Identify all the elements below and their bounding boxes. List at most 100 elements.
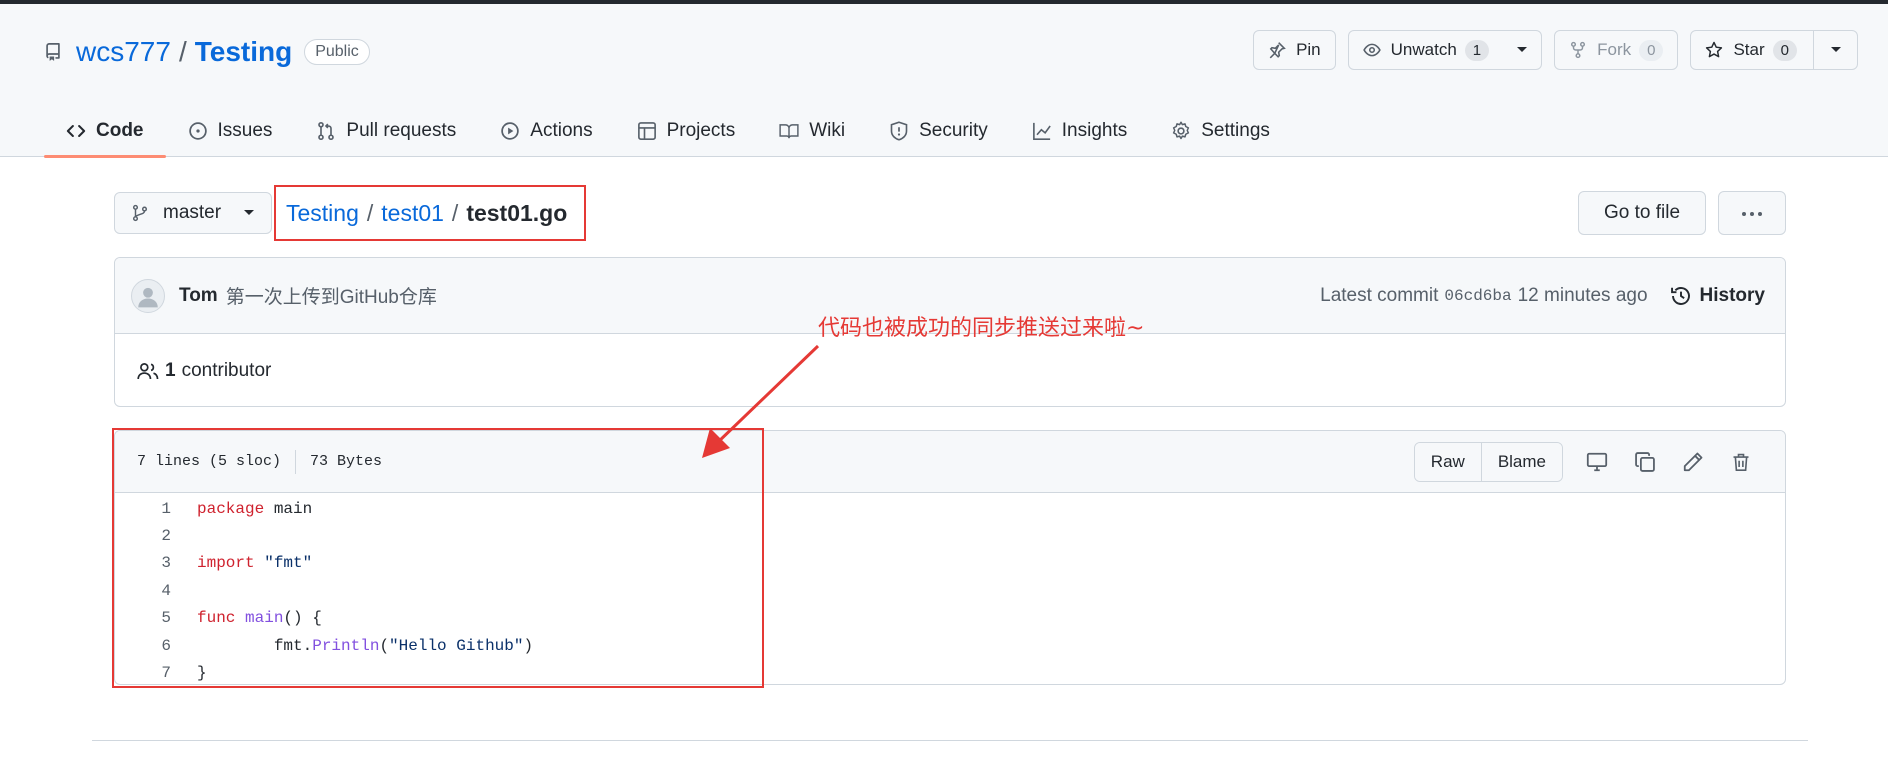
play-icon xyxy=(500,121,520,141)
chevron-down-icon[interactable] xyxy=(1503,31,1541,69)
commit-meta: Latest commit 06cd6ba 12 minutes ago His… xyxy=(1320,285,1765,307)
repo-actions: Pin Unwatch 1 Fork 0 Star 0 xyxy=(1253,30,1858,70)
commit-message-link[interactable]: 第一次上传到GitHub仓库 xyxy=(226,282,437,309)
branch-name: master xyxy=(163,202,222,223)
fork-label: Fork xyxy=(1597,40,1632,59)
tab-issues[interactable]: Issues xyxy=(166,104,295,157)
fork-count: 0 xyxy=(1639,39,1664,61)
line-number[interactable]: 7 xyxy=(115,664,171,682)
tab-label: Pull requests xyxy=(346,119,457,141)
repo-separator: / xyxy=(178,36,187,67)
watch-count: 1 xyxy=(1464,39,1490,61)
tab-label: Insights xyxy=(1061,119,1128,141)
repo-nav-tabs: Code Issues Pull requests Actions Projec… xyxy=(44,104,1292,158)
table-icon xyxy=(637,121,657,141)
repo-owner-link[interactable]: wcs777 xyxy=(76,36,171,68)
unwatch-label: Unwatch xyxy=(1390,40,1457,59)
raw-button[interactable]: Raw xyxy=(1414,443,1481,481)
tab-label: Actions xyxy=(530,119,593,141)
graph-icon xyxy=(1032,121,1052,141)
repo-title-row: wcs777 / Testing Public xyxy=(44,32,370,72)
line-number[interactable]: 2 xyxy=(115,527,171,545)
commit-sha-link[interactable]: 06cd6ba xyxy=(1444,287,1511,305)
gear-icon xyxy=(1171,121,1191,141)
tab-label: Security xyxy=(919,119,988,141)
line-content: fmt.Println("Hello Github") xyxy=(197,636,534,655)
repo-header: wcs777 / Testing Public Pin Unwatch 1 Fo… xyxy=(0,4,1888,158)
pull-request-icon xyxy=(316,121,336,141)
fork-icon xyxy=(1569,41,1587,59)
file-lines-info: 7 lines (5 sloc) xyxy=(137,453,282,470)
pin-button[interactable]: Pin xyxy=(1253,30,1336,70)
more-options-button[interactable] xyxy=(1718,191,1786,235)
star-button[interactable]: Star 0 xyxy=(1690,30,1858,70)
code-line: 1 package main xyxy=(115,495,1785,522)
go-to-file-button[interactable]: Go to file xyxy=(1578,191,1706,235)
git-branch-icon xyxy=(131,203,151,223)
star-list-chevron-icon[interactable] xyxy=(1813,31,1857,69)
book-icon xyxy=(779,121,799,141)
visibility-badge: Public xyxy=(304,39,370,65)
commit-time: 12 minutes ago xyxy=(1517,284,1648,306)
trash-icon[interactable] xyxy=(1717,442,1765,482)
contributor-label: contributor xyxy=(181,360,272,381)
repo-name-link[interactable]: Testing xyxy=(195,36,292,68)
line-number[interactable]: 1 xyxy=(115,500,171,518)
tab-settings[interactable]: Settings xyxy=(1149,104,1292,157)
blame-button[interactable]: Blame xyxy=(1480,443,1562,481)
line-number[interactable]: 6 xyxy=(115,637,171,655)
contributors-row[interactable]: 1 contributor xyxy=(115,334,1785,406)
tab-label: Projects xyxy=(666,119,736,141)
tab-code[interactable]: Code xyxy=(44,104,166,158)
star-count: 0 xyxy=(1772,39,1797,61)
unwatch-button[interactable]: Unwatch 1 xyxy=(1347,30,1543,70)
desktop-icon[interactable] xyxy=(1573,442,1621,482)
breadcrumb-separator: / xyxy=(366,199,374,226)
eye-icon xyxy=(1362,41,1381,59)
branch-select-button[interactable]: master xyxy=(114,192,272,234)
tab-label: Settings xyxy=(1201,119,1270,141)
latest-commit-label: Latest commit xyxy=(1320,284,1439,306)
commit-author-link[interactable]: Tom xyxy=(179,285,218,307)
code-block: 1 package main 2 3 import "fmt" 4 5 func main()… xyxy=(115,493,1785,684)
breadcrumb-folder-link[interactable]: test01 xyxy=(381,200,444,227)
tab-actions[interactable]: Actions xyxy=(478,104,614,157)
tab-pull-requests[interactable]: Pull requests xyxy=(294,104,478,157)
raw-blame-group: Raw Blame xyxy=(1413,442,1563,482)
avatar[interactable] xyxy=(131,278,165,313)
pin-label: Pin xyxy=(1296,40,1321,59)
fork-button[interactable]: Fork 0 xyxy=(1554,30,1679,70)
line-content: import "fmt" xyxy=(197,554,313,573)
line-content: func main() { xyxy=(197,609,322,628)
code-line: 3 import "fmt" xyxy=(115,550,1785,577)
star-icon xyxy=(1705,41,1723,59)
annotation-arrow xyxy=(702,344,820,458)
breadcrumb-repo-link[interactable]: Testing xyxy=(286,200,359,227)
line-number[interactable]: 3 xyxy=(115,554,171,572)
tab-insights[interactable]: Insights xyxy=(1010,104,1149,157)
people-icon xyxy=(137,360,159,382)
line-number[interactable]: 5 xyxy=(115,609,171,627)
tab-label: Issues xyxy=(217,119,273,141)
file-header: 7 lines (5 sloc) 73 Bytes Raw Blame xyxy=(115,431,1785,493)
footer-divider xyxy=(92,740,1808,741)
pencil-icon[interactable] xyxy=(1669,442,1717,482)
breadcrumb-current-file: test01.go xyxy=(466,199,568,226)
tab-wiki[interactable]: Wiki xyxy=(757,104,867,157)
line-number[interactable]: 4 xyxy=(115,582,171,600)
tab-projects[interactable]: Projects xyxy=(615,104,758,157)
history-link[interactable]: History xyxy=(1670,285,1765,307)
divider xyxy=(295,449,297,474)
copy-icon[interactable] xyxy=(1621,442,1669,482)
kebab-horizontal-icon xyxy=(1741,204,1763,222)
line-content: package main xyxy=(197,499,313,518)
file-breadcrumb: Testing / test01 / test01.go xyxy=(274,185,586,241)
code-line: 7} xyxy=(115,659,1785,684)
tab-security[interactable]: Security xyxy=(867,104,1010,157)
code-line: 2 xyxy=(115,522,1785,549)
tab-label: Wiki xyxy=(809,119,846,141)
issue-icon xyxy=(188,121,208,141)
code-line: 5 func main() { xyxy=(115,605,1785,632)
chevron-down-icon xyxy=(243,209,255,217)
star-label: Star xyxy=(1733,40,1765,59)
